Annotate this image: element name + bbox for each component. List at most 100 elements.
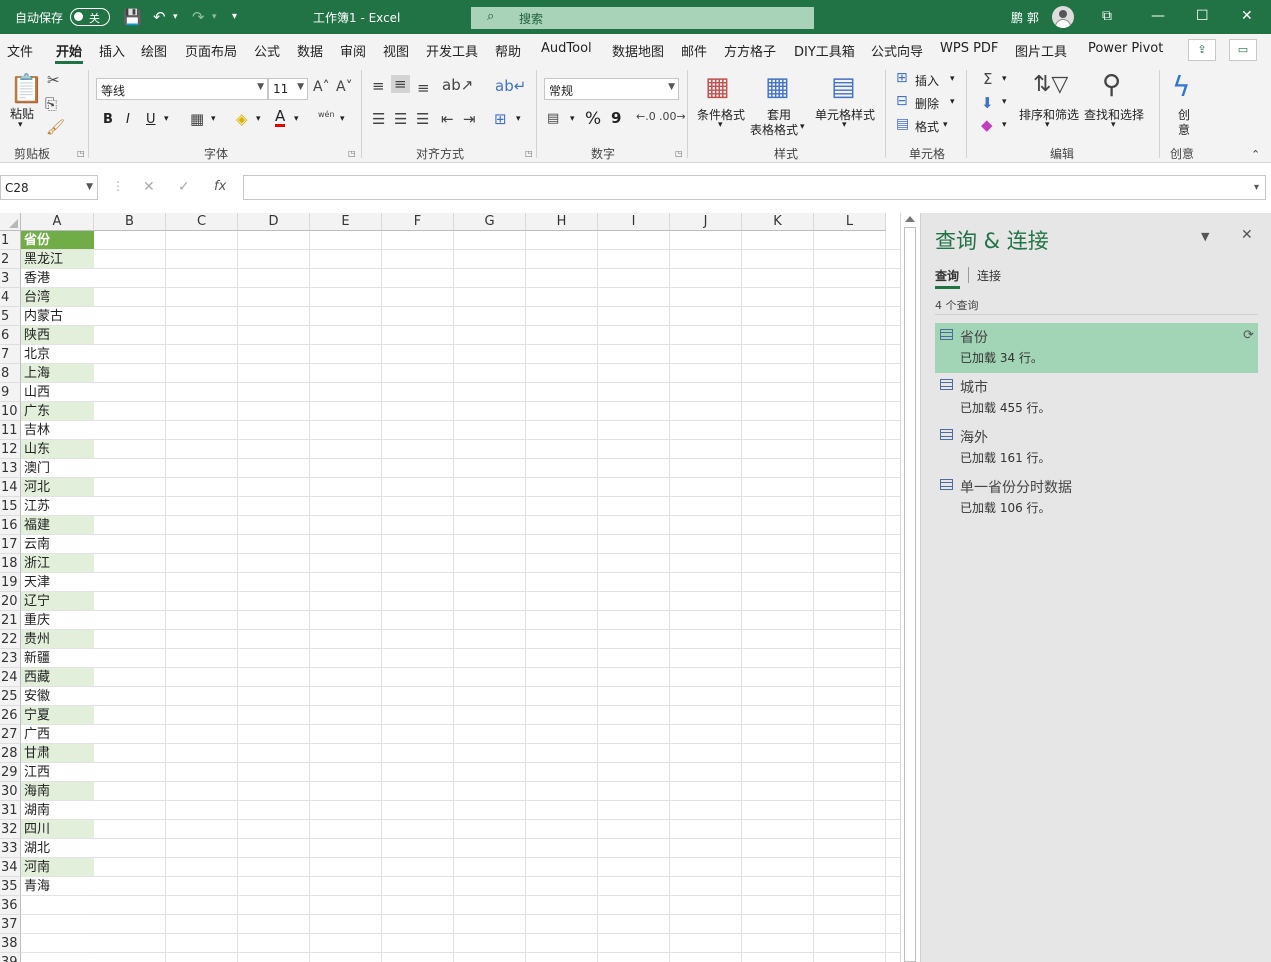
undo-icon[interactable]: ↶ [153, 8, 166, 26]
column-header-g[interactable]: G [454, 213, 526, 231]
column-header-h[interactable]: H [526, 213, 598, 231]
tab-audtool[interactable]: AudTool [541, 41, 592, 56]
row-header[interactable]: 12 [0, 440, 21, 459]
tab-diy[interactable]: DIY工具箱 [794, 41, 855, 60]
table-cell[interactable]: 湖南 [21, 801, 94, 820]
clear-dropdown-icon[interactable]: ▾ [1002, 120, 1007, 130]
pane-close-icon[interactable]: ✕ [1241, 227, 1253, 243]
format-cells-icon[interactable]: ▤ [896, 116, 909, 132]
delete-cells-label[interactable]: 删除 [915, 95, 939, 112]
share-button[interactable]: ⇪ [1188, 39, 1216, 61]
minimize-icon[interactable]: — [1151, 8, 1165, 24]
find-select-icon[interactable]: ⚲ [1102, 70, 1121, 100]
increase-font-icon[interactable]: A˄ [313, 79, 330, 95]
copy-icon[interactable]: ⎘ [45, 95, 57, 113]
table-cell[interactable]: 澳门 [21, 459, 94, 478]
undo-dropdown-icon[interactable]: ▾ [173, 12, 178, 22]
table-cell[interactable]: 黑龙江 [21, 250, 94, 269]
row-header[interactable]: 16 [0, 516, 21, 535]
query-item[interactable]: 单一省份分时数据 已加载 106 行。 [935, 473, 1258, 523]
underline-button[interactable]: U [146, 112, 156, 127]
delete-dropdown-icon[interactable]: ▾ [950, 97, 955, 107]
table-cell[interactable]: 宁夏 [21, 706, 94, 725]
table-format-dropdown-icon[interactable]: ▾ [800, 122, 805, 132]
cond-format-dropdown-icon[interactable]: ▾ [718, 120, 723, 130]
column-header-i[interactable]: I [598, 213, 670, 231]
tab-home[interactable]: 开始 [56, 41, 82, 60]
row-header[interactable]: 10 [0, 402, 21, 421]
row-header[interactable]: 1 [0, 231, 21, 250]
row-header[interactable]: 4 [0, 288, 21, 307]
expand-formula-icon[interactable]: ▾ [1254, 182, 1259, 193]
accounting-format-icon[interactable]: ▤ [547, 111, 559, 126]
font-color-button[interactable]: A [275, 109, 286, 127]
formula-input[interactable]: ▾ [243, 175, 1266, 200]
percent-button[interactable]: % [585, 109, 601, 129]
save-icon[interactable]: 💾 [123, 8, 142, 26]
font-color-dropdown-icon[interactable]: ▾ [294, 114, 299, 124]
insert-dropdown-icon[interactable]: ▾ [950, 74, 955, 84]
fill-dropdown-icon[interactable]: ▾ [1002, 97, 1007, 107]
redo-icon[interactable]: ↷ [192, 8, 205, 26]
row-header[interactable]: 7 [0, 345, 21, 364]
cell-style-icon[interactable]: ▤ [831, 72, 856, 102]
table-cell[interactable]: 山东 [21, 440, 94, 459]
creative-label-2[interactable]: 意 [1178, 121, 1190, 138]
row-header[interactable]: 6 [0, 326, 21, 345]
find-select-dropdown-icon[interactable]: ▾ [1111, 120, 1116, 130]
decrease-indent-icon[interactable]: ⇤ [441, 110, 454, 128]
table-cell[interactable]: 安徽 [21, 687, 94, 706]
tab-queries[interactable]: 查询 [935, 267, 959, 284]
tab-power-pivot[interactable]: Power Pivot [1088, 41, 1163, 56]
table-cell[interactable]: 云南 [21, 535, 94, 554]
row-header[interactable]: 30 [0, 782, 21, 801]
number-format-combo[interactable]: 常规 ▼ [544, 78, 679, 100]
alignment-launcher-icon[interactable]: ◳ [525, 149, 533, 158]
row-header[interactable]: 11 [0, 421, 21, 440]
table-cell[interactable]: 辽宁 [21, 592, 94, 611]
clipboard-launcher-icon[interactable]: ◳ [77, 149, 85, 158]
worksheet-grid[interactable]: A B C D E F G H I J K L 1 省份 2 黑龙江 3 香港 4 台湾 5 内蒙古 6 陕西 7 北京 8 上海 9 山… [0, 213, 900, 962]
number-launcher-icon[interactable]: ◳ [675, 149, 683, 158]
table-cell[interactable]: 台湾 [21, 288, 94, 307]
table-cell[interactable]: 浙江 [21, 554, 94, 573]
query-item[interactable]: 城市 已加载 455 行。 [935, 373, 1258, 423]
ribbon-display-icon[interactable]: ⧉ [1102, 8, 1112, 24]
table-cell[interactable]: 甘肃 [21, 744, 94, 763]
row-header[interactable]: 35 [0, 877, 21, 896]
tab-wps-pdf[interactable]: WPS PDF [940, 41, 998, 56]
enter-icon[interactable]: ✓ [178, 179, 190, 195]
table-cell[interactable]: 福建 [21, 516, 94, 535]
comma-button[interactable]: 9 [611, 109, 621, 127]
column-header-l[interactable]: L [814, 213, 886, 231]
table-cell[interactable]: 四川 [21, 820, 94, 839]
table-cell[interactable]: 香港 [21, 269, 94, 288]
row-header[interactable]: 37 [0, 915, 21, 934]
row-header[interactable]: 18 [0, 554, 21, 573]
tab-file[interactable]: 文件 [7, 41, 33, 60]
fill-dropdown-icon[interactable]: ▾ [256, 114, 261, 124]
column-header-c[interactable]: C [166, 213, 238, 231]
row-header[interactable]: 20 [0, 592, 21, 611]
empty-cell[interactable] [21, 915, 94, 934]
table-cell[interactable]: 青海 [21, 877, 94, 896]
tab-view[interactable]: 视图 [383, 41, 409, 60]
row-header[interactable]: 28 [0, 744, 21, 763]
row-header[interactable]: 9 [0, 383, 21, 402]
comments-button[interactable]: ▭ [1229, 39, 1257, 61]
align-center-icon[interactable]: ☰ [394, 110, 407, 128]
row-header[interactable]: 29 [0, 763, 21, 782]
row-header[interactable]: 27 [0, 725, 21, 744]
fill-color-icon[interactable]: ◈ [236, 110, 248, 128]
row-header[interactable]: 21 [0, 611, 21, 630]
tab-mail[interactable]: 邮件 [681, 41, 707, 60]
decrease-decimal-icon[interactable]: .00→ [659, 110, 686, 123]
row-header[interactable]: 5 [0, 307, 21, 326]
tab-formula-wizard[interactable]: 公式向导 [871, 41, 923, 60]
table-cell[interactable]: 江西 [21, 763, 94, 782]
clear-icon[interactable]: ◆ [981, 116, 993, 134]
table-cell[interactable]: 广东 [21, 402, 94, 421]
row-header[interactable]: 34 [0, 858, 21, 877]
tab-help[interactable]: 帮助 [495, 41, 521, 60]
sort-filter-icon[interactable]: ⇅▽ [1033, 72, 1068, 97]
